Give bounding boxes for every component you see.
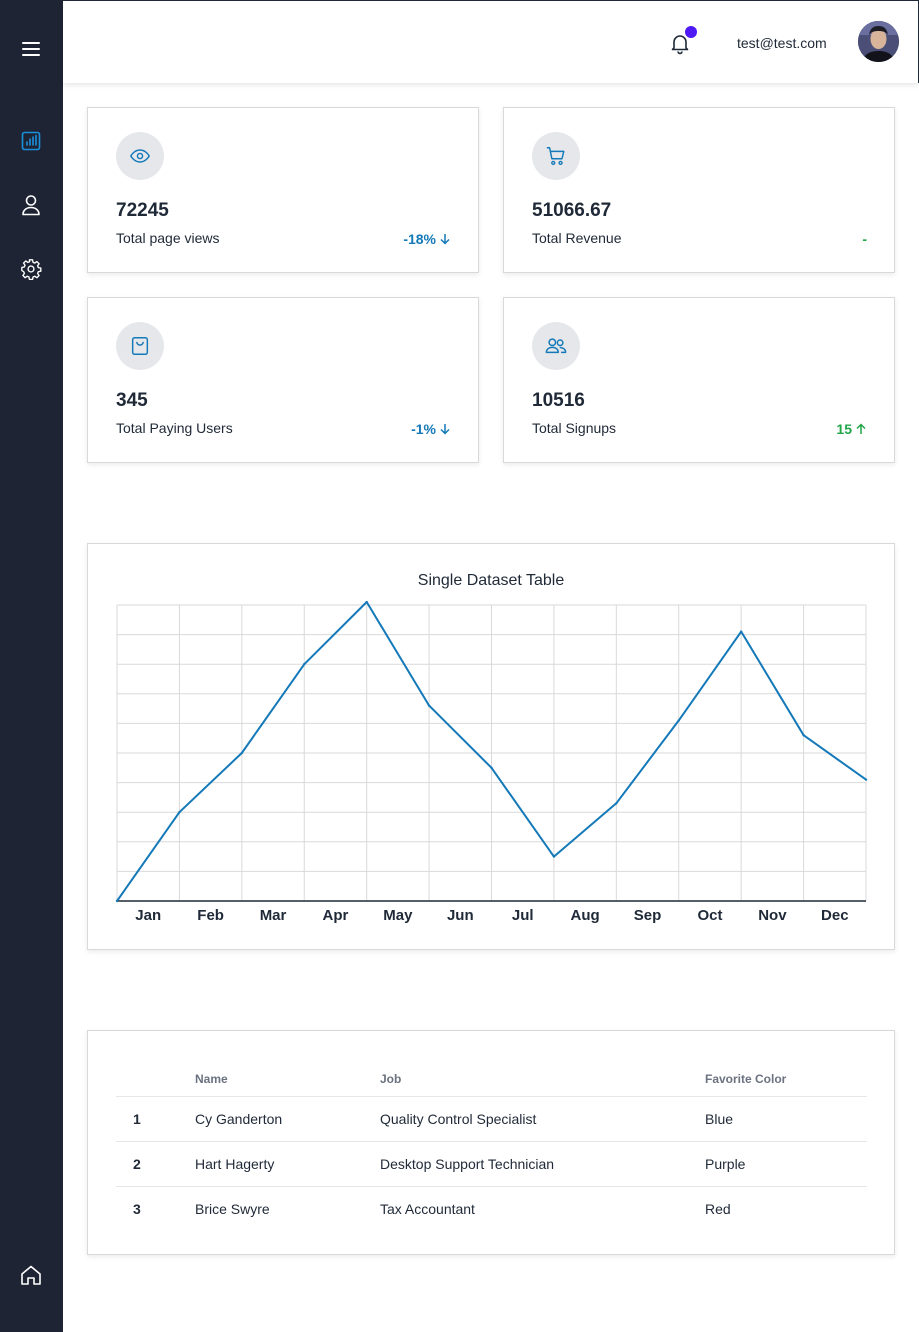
stat-change: -1% xyxy=(411,421,451,437)
stat-card-revenue: 51066.67 Total Revenue - xyxy=(503,107,895,273)
row-number: 3 xyxy=(133,1200,141,1217)
row-name: Brice Swyre xyxy=(195,1200,270,1217)
stat-change: 15 xyxy=(836,421,867,437)
users-table-card: Name Job Favorite Color 1 Cy Ganderton Q… xyxy=(87,1030,895,1255)
arrow-down-icon xyxy=(440,424,450,435)
eye-icon xyxy=(116,132,164,180)
chart-tick-label: Feb xyxy=(197,907,224,924)
row-name: Hart Hagerty xyxy=(195,1141,380,1187)
stat-value: 345 xyxy=(116,390,148,411)
chart-tick-label: Sep xyxy=(634,907,662,924)
chart-data-point xyxy=(240,751,244,755)
stat-value: 72245 xyxy=(116,200,169,221)
user-icon[interactable] xyxy=(19,193,43,217)
table-row[interactable]: 3 Brice Swyre Tax Accountant Red xyxy=(116,1186,867,1231)
stat-label: Total Revenue xyxy=(532,230,622,246)
row-number: 1 xyxy=(116,1096,195,1142)
row-job: Quality Control Specialist xyxy=(380,1096,705,1142)
stat-change-value: 15 xyxy=(836,421,852,437)
menu-icon[interactable] xyxy=(19,37,43,61)
table-header-name: Name xyxy=(195,1055,380,1097)
notification-badge xyxy=(685,26,697,38)
stat-label: Total Paying Users xyxy=(116,420,233,436)
chart-tick-label: Jan xyxy=(135,907,161,924)
chart-data-point xyxy=(677,719,680,722)
chart-tick-label: Dec xyxy=(821,907,849,924)
stat-value: 51066.67 xyxy=(532,200,612,221)
line-chart-card: Single Dataset Table Jan Feb Mar Apr May Jun J… xyxy=(87,543,895,950)
users-icon xyxy=(532,322,580,370)
sidebar xyxy=(0,0,63,1332)
chart-data-point xyxy=(739,630,743,633)
row-name: Cy Ganderton xyxy=(195,1096,380,1142)
avatar[interactable] xyxy=(858,21,899,62)
stat-change-value: - xyxy=(862,231,867,247)
table-row[interactable]: 2 Hart Hagerty Desktop Support Technicia… xyxy=(116,1141,867,1187)
chart-bar-icon[interactable] xyxy=(19,129,43,153)
row-job: Desktop Support Technician xyxy=(380,1141,705,1187)
chart-data-point xyxy=(552,855,556,858)
chart-data-point xyxy=(365,600,368,604)
chart-tick-label: Jun xyxy=(447,907,474,924)
chart-data-point xyxy=(864,778,868,781)
stat-change: - xyxy=(862,231,867,247)
stat-value: 10516 xyxy=(532,390,585,411)
arrow-down-icon xyxy=(440,234,450,245)
row-number: 2 xyxy=(116,1141,195,1187)
table-header-job: Job xyxy=(380,1055,705,1097)
stat-change-value: -18% xyxy=(403,231,436,247)
table-header-index xyxy=(116,1055,195,1097)
chart-data-point xyxy=(115,899,119,903)
chart-data-point xyxy=(178,811,181,814)
user-email[interactable]: test@test.com xyxy=(737,35,827,51)
stat-card-signups: 10516 Total Signups 15 xyxy=(503,297,895,463)
chart-data-point xyxy=(615,802,618,805)
cart-icon xyxy=(532,132,580,180)
row-job: Tax Accountant xyxy=(380,1200,475,1217)
shopping-bag-icon xyxy=(116,322,164,370)
stat-change: -18% xyxy=(403,231,451,247)
table-row[interactable]: 1 Cy Ganderton Quality Control Specialis… xyxy=(116,1096,867,1142)
stat-change-value: -1% xyxy=(411,421,436,437)
chart-tick-label: Aug xyxy=(571,907,600,924)
stat-label: Total Signups xyxy=(532,420,617,436)
chart-tick-label: May xyxy=(383,907,413,924)
chart-tick-label: Apr xyxy=(323,907,349,924)
stat-label: Total page views xyxy=(116,230,220,246)
line-chart: Jan Feb Mar Apr May Jun Jul Aug Sep Oct Nov Dec xyxy=(115,600,868,924)
arrow-up-icon xyxy=(856,423,866,434)
chart-data-point xyxy=(427,704,431,707)
stat-card-paying-users: 345 Total Paying Users -1% xyxy=(87,297,479,463)
row-favorite-color: Purple xyxy=(705,1141,867,1187)
stat-card-page-views: 72245 Total page views -18% xyxy=(87,107,479,273)
home-icon[interactable] xyxy=(19,1263,43,1287)
chart-tick-label: Oct xyxy=(697,907,722,924)
gear-icon[interactable] xyxy=(19,257,43,281)
chart-tick-label: Nov xyxy=(758,907,787,924)
users-table: Name Job Favorite Color 1 Cy Ganderton Q… xyxy=(116,1055,867,1231)
row-favorite-color: Red xyxy=(705,1200,731,1217)
row-favorite-color: Blue xyxy=(705,1096,867,1142)
chart-tick-label: Mar xyxy=(260,907,287,924)
chart-data-point xyxy=(802,734,805,737)
chart-data-point xyxy=(490,766,493,769)
table-header-row: Name Job Favorite Color xyxy=(116,1055,867,1097)
chart-data-point xyxy=(303,663,306,666)
table-header-color: Favorite Color xyxy=(705,1055,867,1097)
chart-tick-label: Jul xyxy=(512,907,534,924)
top-navbar: test@test.com xyxy=(63,0,919,83)
